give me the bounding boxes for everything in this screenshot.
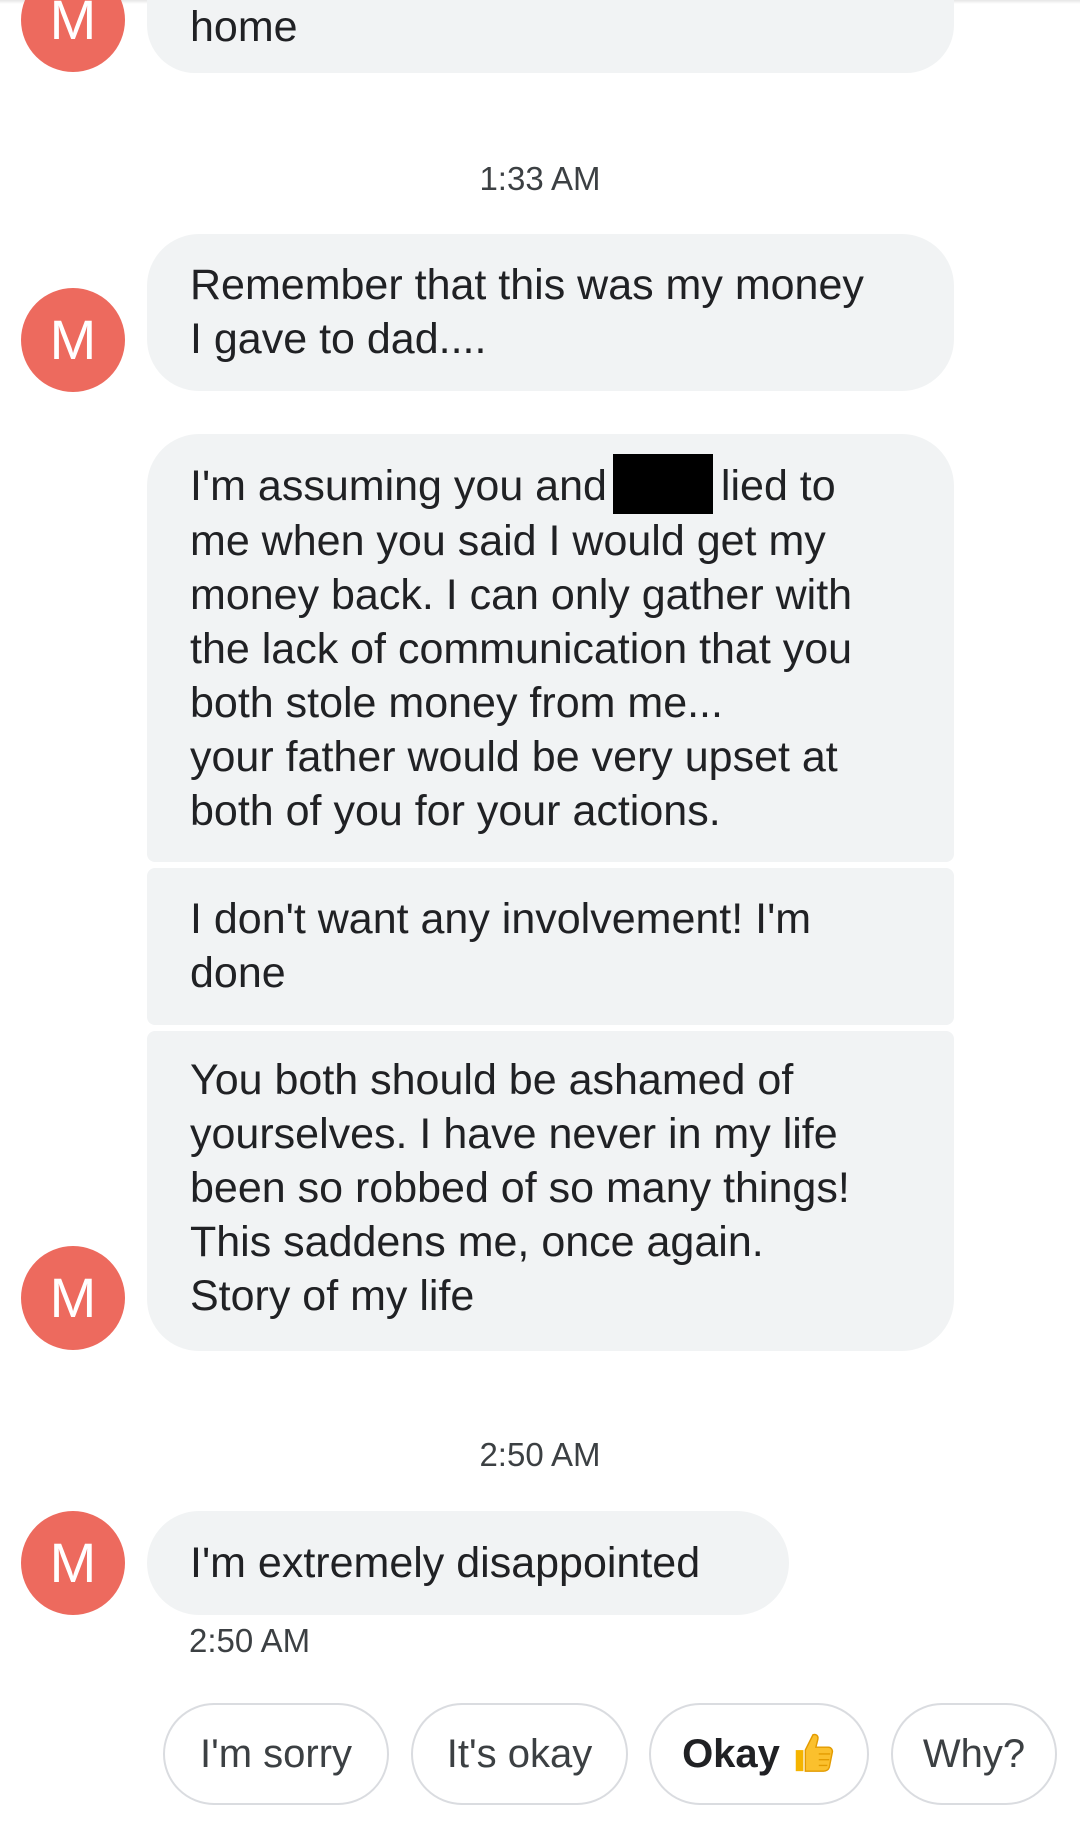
sender-avatar[interactable]: M [21,0,125,72]
message-text: me when you said I would get my money ba… [190,517,853,835]
smart-reply-label: Okay [682,1732,780,1776]
timestamp-divider: 1:33 AM [479,160,601,197]
message-timestamp: 2:50 AM [189,1622,311,1659]
smart-reply-im-sorry[interactable]: I'm sorry [163,1703,389,1805]
conversation-screen: M home 1:33 AM Remember that this was my… [0,0,1080,1828]
message-bubble[interactable]: I don't want any involvement! I'm done [147,868,954,1025]
message-text: I don't want any involvement! I'm done [190,895,812,997]
redaction-box [612,454,713,514]
message-text: home [190,3,298,51]
message-text: I'm extremely disappointed [190,1539,701,1587]
message-text-part: I'm assuming you and [190,462,607,510]
message-bubble[interactable]: You both should be ashamed of yourselves… [147,1031,954,1351]
message-bubble[interactable]: home [147,0,954,73]
message-bubble[interactable]: I'm assuming you and lied to me when you … [147,434,954,862]
timestamp-divider: 2:50 AM [479,1436,601,1473]
smart-reply-label: Why? [922,1732,1026,1776]
thumbs-up-icon [795,1733,834,1772]
message-text: Remember that this was my money I gave t… [190,261,864,363]
message-text-part: lied to [720,462,836,510]
smart-reply-label: I'm sorry [199,1732,353,1776]
sender-avatar[interactable]: M [21,1511,125,1615]
message-bubble[interactable]: I'm extremely disappointed [147,1511,789,1615]
smart-reply-label: It's okay [446,1732,593,1776]
smart-reply-why[interactable]: Why? [891,1703,1057,1805]
sender-avatar[interactable]: M [21,1246,125,1350]
smart-reply-its-okay[interactable]: It's okay [411,1703,628,1805]
message-text: You both should be ashamed of yourselves… [190,1056,850,1320]
sender-avatar[interactable]: M [21,288,125,392]
message-text-first-line: I'm assuming you and lied to [190,454,911,514]
message-bubble[interactable]: Remember that this was my money I gave t… [147,234,954,391]
smart-reply-okay[interactable]: Okay [649,1703,869,1805]
